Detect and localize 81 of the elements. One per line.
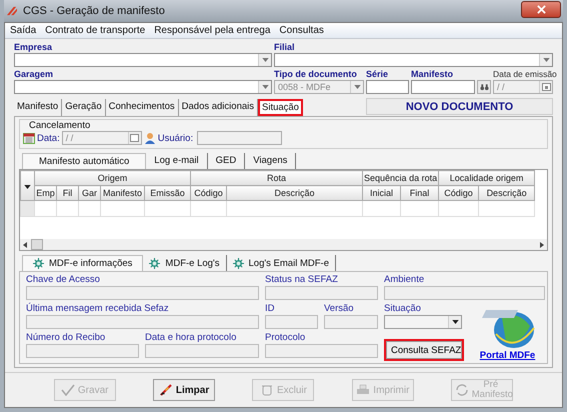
check-icon — [60, 384, 75, 396]
tab[interactable]: Log's Email MDF-e — [226, 255, 336, 271]
column-group-header: Rota — [190, 170, 363, 186]
input-field[interactable] — [384, 286, 545, 300]
column-header[interactable]: Inicial — [362, 186, 401, 200]
printer-icon — [356, 384, 370, 396]
input-field[interactable] — [26, 315, 259, 329]
input-field[interactable] — [265, 344, 378, 358]
scroll-left-icon[interactable] — [23, 242, 27, 248]
column-header[interactable]: Descrição — [226, 186, 363, 200]
horizontal-scrollbar[interactable] — [20, 239, 547, 250]
column-header[interactable]: Final — [400, 186, 439, 200]
field-label: Data e hora protocolo — [145, 332, 238, 343]
input-field[interactable] — [366, 80, 409, 94]
input-field[interactable] — [14, 80, 272, 94]
gear-icon — [33, 258, 44, 269]
dropdown-field[interactable] — [384, 315, 462, 329]
column-header[interactable]: Código — [438, 186, 479, 200]
status-banner: NOVO DOCUMENTO — [366, 98, 553, 115]
column-header[interactable]: Manifesto — [100, 186, 144, 200]
gear-icon — [149, 258, 160, 268]
user-icon — [144, 132, 156, 144]
field-label: Situação — [384, 303, 422, 314]
field-label: Número do Recibo — [26, 332, 106, 343]
close-icon — [536, 4, 546, 14]
dropdown-arrow-icon[interactable] — [24, 184, 31, 188]
field-label: ID — [265, 303, 276, 314]
menu-item[interactable]: Responsável pela entrega — [154, 25, 270, 36]
menu-item[interactable]: Contrato de transporte — [45, 25, 146, 36]
window-title: CGS - Geração de manifesto — [23, 5, 165, 17]
input-field[interactable] — [411, 80, 475, 94]
field-label: Empresa — [14, 41, 54, 53]
tab[interactable]: MDF-e Log's — [143, 255, 226, 271]
field-label: Protocolo — [265, 332, 306, 343]
field-label: Garagem — [14, 68, 54, 80]
field-label: Ambiente — [384, 274, 426, 285]
column-group-header: Sequência da rota — [362, 170, 439, 186]
field-label: Versão — [324, 303, 355, 314]
column-header[interactable]: Código — [190, 186, 227, 200]
trash-icon — [260, 384, 274, 396]
binoculars-button[interactable] — [477, 80, 491, 94]
scroll-right-icon[interactable] — [540, 242, 544, 248]
field-label: Filial — [274, 41, 296, 53]
close-button[interactable] — [521, 0, 561, 18]
scrollbar-thumb[interactable] — [31, 239, 43, 250]
input-field[interactable] — [26, 286, 259, 300]
refresh-icon — [454, 384, 469, 396]
group-title: Cancelamento — [27, 120, 92, 131]
column-group-header: Localidade origem — [438, 170, 535, 186]
input-field[interactable] — [14, 53, 272, 67]
column-group-header: Origem — [34, 170, 191, 186]
field-label: Usuário: — [158, 132, 194, 144]
tab[interactable]: Manifesto automático — [22, 153, 146, 169]
input-field[interactable] — [197, 131, 282, 145]
column-header[interactable]: Emissão — [144, 186, 191, 200]
input-field[interactable] — [145, 344, 259, 358]
gear-icon — [232, 258, 244, 268]
brush-icon — [158, 384, 173, 396]
menu-item[interactable]: Consultas — [279, 25, 324, 36]
tab[interactable]: MDF-e informações — [22, 255, 144, 271]
app-logo-icon — [6, 6, 18, 16]
portal-link[interactable]: Portal MDFe — [480, 350, 536, 361]
field-label: Chave de Acesso — [26, 274, 101, 285]
input-field[interactable] — [324, 315, 378, 329]
field-label: Manifesto — [411, 68, 454, 80]
column-header[interactable]: Descrição — [478, 186, 535, 200]
input-field[interactable] — [265, 315, 318, 329]
field-label: Status na SEFAZ — [265, 274, 339, 285]
tab[interactable]: Situação — [258, 99, 303, 116]
consulta-sefaz-button[interactable]: Consulta SEFAZ — [384, 339, 464, 361]
field-label: Série — [366, 68, 390, 80]
input-field[interactable] — [26, 344, 139, 358]
field-label: Tipo de documento — [274, 68, 358, 80]
dropdown-arrow-icon[interactable] — [452, 320, 458, 324]
menu-item[interactable]: Saída — [10, 25, 36, 36]
binoculars-icon — [480, 83, 488, 91]
field-label: Última mensagem recebida Sefaz — [26, 303, 170, 314]
action-button[interactable]: Limpar — [153, 379, 216, 401]
field-label: Data: — [37, 132, 60, 144]
input-field[interactable] — [274, 53, 553, 67]
input-field[interactable] — [265, 286, 378, 300]
